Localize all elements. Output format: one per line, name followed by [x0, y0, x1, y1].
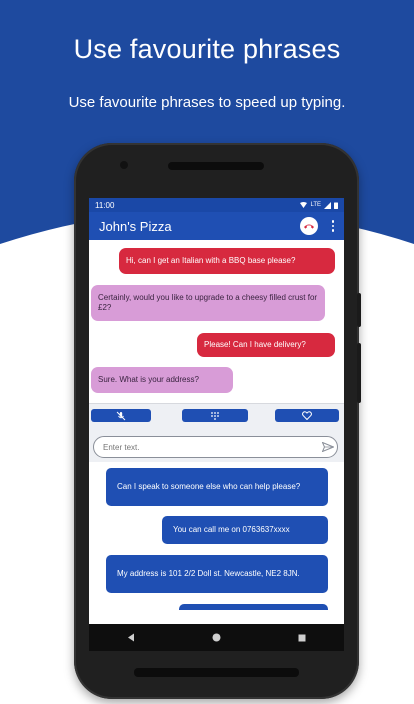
- home-icon[interactable]: [212, 633, 221, 642]
- send-icon[interactable]: [322, 442, 334, 452]
- page-headline: Use favourite phrases: [73, 34, 341, 64]
- bottom-speaker: [134, 668, 299, 677]
- phone-volume-button: [357, 343, 361, 403]
- keypad-button[interactable]: [182, 409, 248, 422]
- phone-screen: 11:00 LTE John's Pizza Hi, can I get an …: [89, 198, 344, 651]
- signal-icon: [324, 201, 331, 209]
- message-bubble-outgoing: Hi, can I get an Italian with a BBQ base…: [119, 248, 335, 274]
- app-bar: John's Pizza: [89, 212, 344, 240]
- more-options-icon[interactable]: [330, 220, 336, 232]
- mute-mic-button[interactable]: [91, 409, 151, 422]
- end-call-button[interactable]: [300, 217, 318, 235]
- status-bar: 11:00 LTE: [89, 198, 344, 212]
- back-icon[interactable]: [127, 633, 135, 642]
- chat-thread: Hi, can I get an Italian with a BBQ base…: [89, 240, 344, 403]
- front-camera: [120, 161, 128, 169]
- phrase-item[interactable]: My address is 101 2/2 Doll st. Newcastle…: [106, 555, 328, 593]
- favourite-phrases-button[interactable]: [275, 409, 339, 422]
- wifi-icon: [300, 202, 308, 208]
- phrase-item[interactable]: You can call me on 0763637xxxx: [162, 516, 328, 544]
- input-toolbar: [89, 403, 344, 436]
- message-bubble-incoming: Certainly, would you like to upgrade to …: [91, 285, 325, 321]
- android-nav-bar: [89, 624, 344, 651]
- earpiece-speaker: [168, 162, 264, 170]
- conversation-title: John's Pizza: [99, 218, 172, 234]
- message-input[interactable]: [93, 436, 338, 458]
- keypad-icon: [211, 411, 219, 420]
- phone-hangup-icon: [304, 224, 314, 229]
- message-bubble-outgoing: Please! Can I have delivery?: [197, 333, 335, 357]
- phrase-item[interactable]: Can I speak to someone else who can help…: [106, 468, 328, 506]
- status-time: 11:00: [95, 200, 115, 210]
- heart-icon: [302, 411, 312, 420]
- favourite-phrases-list: Can I speak to someone else who can help…: [89, 462, 344, 610]
- phone-frame: 11:00 LTE John's Pizza Hi, can I get an …: [74, 143, 361, 699]
- network-label: LTE: [310, 202, 321, 208]
- recents-icon[interactable]: [298, 634, 306, 642]
- phone-power-button: [357, 293, 361, 327]
- page-subheadline: Use favourite phrases to speed up typing…: [68, 94, 346, 111]
- message-bubble-incoming: Sure. What is your address?: [91, 367, 233, 393]
- compose-row: [89, 436, 344, 462]
- phrase-item[interactable]: [179, 604, 328, 610]
- mic-off-icon: [116, 411, 126, 420]
- battery-icon: [334, 202, 338, 209]
